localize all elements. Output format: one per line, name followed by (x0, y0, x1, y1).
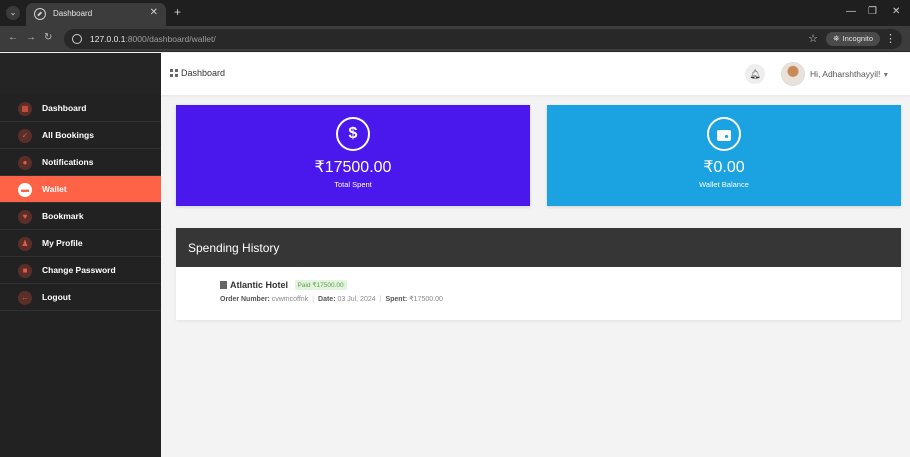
address-bar[interactable]: 127.0.0.1:8000/dashboard/wallet/ ☆ ⛯ Inco… (64, 29, 902, 49)
incognito-badge[interactable]: ⛯ Incognito (826, 32, 880, 46)
date-value: 03 Jul, 2024 (337, 296, 376, 303)
app: ▦ Dashboard ✓ All Bookings ● Notificatio… (0, 53, 910, 457)
sidebar-item-label: Change Password (42, 265, 116, 275)
order-meta: Order Number: cvwmcoffnk | Date: 03 Jul, 2… (220, 296, 443, 303)
user-icon: ♟ (18, 237, 32, 251)
wallet-balance-label: Wallet Balance (699, 180, 749, 189)
sidebar-item-label: My Profile (42, 238, 83, 248)
dashboard-link[interactable]: Dashboard (170, 68, 225, 78)
browser-menu-icon[interactable]: ⋮ (885, 32, 896, 45)
back-icon[interactable]: ← (8, 32, 18, 43)
total-spent-value: ₹17500.00 (314, 159, 392, 176)
minimize-icon[interactable]: — (846, 6, 856, 17)
spent-value: ₹17500.00 (409, 296, 443, 303)
chevron-down-icon: ▼ (882, 72, 890, 79)
bell-icon: ● (18, 156, 32, 170)
wallet-balance-card: ₹0.00 Wallet Balance (547, 105, 901, 206)
order-number-label: Order Number: (220, 296, 270, 303)
tab-title: Dashboard (53, 9, 93, 18)
arrow-left-icon: ← (18, 291, 32, 305)
total-spent-label: Total Spent (334, 180, 372, 189)
close-tab-icon[interactable]: ✕ (150, 7, 158, 18)
user-menu[interactable]: Hi, Adharshthayyil! ▼ (810, 69, 889, 79)
wallet-icon: ▬ (18, 183, 32, 197)
sidebar: ▦ Dashboard ✓ All Bookings ● Notificatio… (0, 53, 161, 457)
dashboard-icon: ▦ (18, 102, 32, 116)
sidebar-item-wallet[interactable]: ▬ Wallet (0, 176, 161, 203)
date-label: Date: (318, 296, 336, 303)
sidebar-header (0, 53, 161, 93)
sidebar-item-all-bookings[interactable]: ✓ All Bookings (0, 122, 161, 149)
site-info-icon[interactable] (72, 34, 82, 44)
status-badge: Paid ₹17500.00 (294, 280, 347, 290)
hotel-name: Atlantic Hotel (230, 280, 289, 290)
order-number-value: cvwmcoffnk (271, 296, 309, 303)
sidebar-item-notifications[interactable]: ● Notifications (0, 149, 161, 176)
sidebar-item-change-password[interactable]: ■ Change Password (0, 257, 161, 284)
sidebar-item-label: Bookmark (42, 211, 84, 221)
incognito-icon: ⛯ (833, 34, 840, 43)
sidebar-item-label: Wallet (42, 184, 67, 194)
list-item: Atlantic Hotel Paid ₹17500.00 Order Numb… (220, 280, 443, 303)
spending-history-panel: Spending History Atlantic Hotel Paid ₹17… (176, 228, 901, 320)
browser-tab-strip: ⌄ Dashboard ✕ + — ❐ ✕ (0, 0, 910, 26)
reload-icon[interactable]: ↻ (44, 32, 52, 43)
top-navbar: Dashboard 🔔︎ Hi, Adharshthayyil! ▼ (161, 53, 910, 95)
browser-toolbar: ← → ↻ 127.0.0.1:8000/dashboard/wallet/ ☆… (0, 26, 910, 52)
wallet-balance-value: ₹0.00 (703, 159, 745, 176)
sidebar-item-my-profile[interactable]: ♟ My Profile (0, 230, 161, 257)
dollar-icon: $ (336, 117, 370, 151)
spent-label: Spent: (385, 296, 408, 303)
notification-bell-icon[interactable]: 🔔︎ (745, 64, 765, 84)
total-spent-card: $ ₹17500.00 Total Spent (176, 105, 530, 206)
grid-icon (170, 69, 178, 77)
sidebar-item-label: All Bookings (42, 130, 94, 140)
bookmark-star-icon[interactable]: ☆ (808, 32, 818, 45)
close-window-icon[interactable]: ✕ (892, 6, 900, 17)
forward-icon[interactable]: → (26, 32, 36, 43)
avatar[interactable] (781, 62, 805, 86)
document-icon (220, 281, 227, 289)
spending-history-header: Spending History (176, 228, 901, 267)
check-icon: ✓ (18, 129, 32, 143)
globe-icon (34, 8, 46, 20)
restore-icon[interactable]: ❐ (868, 6, 877, 17)
browser-tab[interactable]: Dashboard ✕ (26, 3, 166, 26)
tab-search-icon[interactable]: ⌄ (6, 6, 20, 20)
lock-icon: ■ (18, 264, 32, 278)
sidebar-item-bookmark[interactable]: ♥ Bookmark (0, 203, 161, 230)
sidebar-item-dashboard[interactable]: ▦ Dashboard (0, 95, 161, 122)
wallet-icon (707, 117, 741, 151)
main-content: Dashboard 🔔︎ Hi, Adharshthayyil! ▼ $ ₹175… (161, 53, 910, 457)
sidebar-item-label: Notifications (42, 157, 94, 167)
sidebar-item-logout[interactable]: ← Logout (0, 284, 161, 311)
heart-icon: ♥ (18, 210, 32, 224)
spending-history-title: Spending History (188, 241, 280, 255)
sidebar-item-label: Logout (42, 292, 71, 302)
sidebar-item-label: Dashboard (42, 103, 87, 113)
new-tab-icon[interactable]: + (174, 5, 181, 19)
url-text: 127.0.0.1:8000/dashboard/wallet/ (90, 34, 216, 44)
